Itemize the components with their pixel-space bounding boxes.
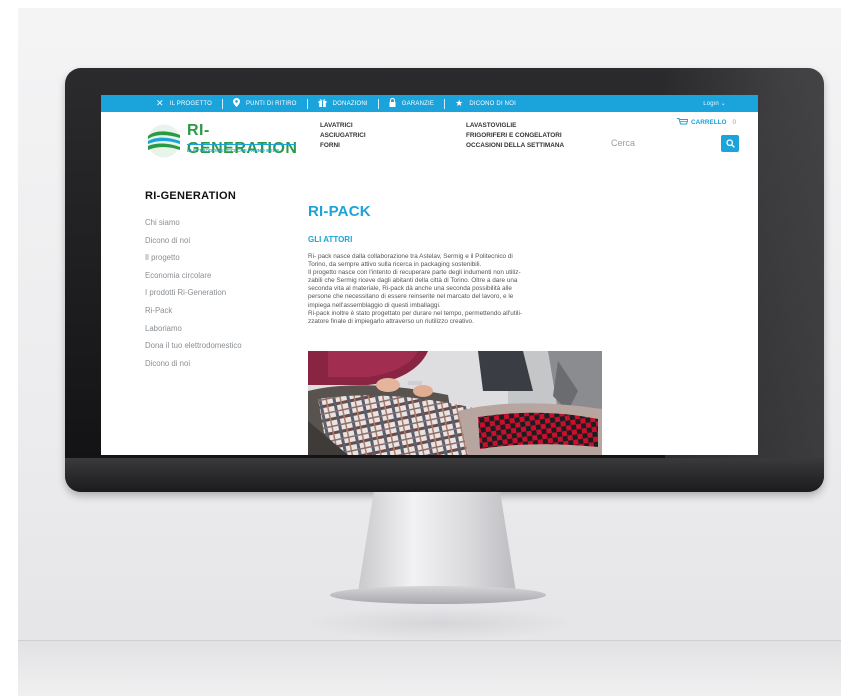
section-heading: GLI ATTORI	[308, 235, 353, 244]
cart-icon	[677, 118, 688, 125]
lock-icon	[389, 97, 396, 109]
logo-underline	[187, 144, 295, 145]
topnav-garanzie[interactable]: GARANZIE	[379, 97, 444, 109]
location-pin-icon	[232, 98, 240, 109]
gift-icon	[318, 98, 327, 109]
monitor-stand-neck	[358, 492, 516, 592]
body-text-line: zzatore finale di impiegarlo attraverso …	[308, 317, 474, 325]
topnav-label: DONAZIONI	[332, 100, 368, 107]
sidebar: RI-GENERATION Chi siamo Dicono di noi Il…	[145, 190, 305, 372]
body-text-line: Ri-pack inoltre è stato progettato per d…	[308, 309, 522, 317]
body-text-line: Ri- pack nasce dalla collaborazione tra …	[308, 253, 513, 260]
logo-mark-icon	[147, 124, 181, 158]
ri-pack-photo	[308, 351, 602, 455]
menu-item-occasioni[interactable]: OCCASIONI DELLA SETTIMANA	[466, 141, 564, 151]
sidebar-item-dicono-di-noi[interactable]: Dicono di noi	[145, 232, 305, 250]
sidebar-item-economia-circolare[interactable]: Economia circolare	[145, 267, 305, 285]
screen: ✕ IL PROGETTO PUNTI DI RITIRO DONAZIONI …	[101, 95, 758, 455]
menu-item-lavatrici[interactable]: LAVATRICI	[320, 121, 366, 131]
topnav-il-progetto[interactable]: ✕ IL PROGETTO	[146, 99, 222, 108]
stand-reflection	[300, 606, 580, 640]
topnav-label: IL PROGETTO	[169, 100, 212, 107]
logo-subtitle: ELETTRODOMESTICI CHE FANNO BENE	[187, 148, 280, 153]
topnav-punti-di-ritiro[interactable]: PUNTI DI RITIRO	[223, 98, 307, 109]
menu-item-frigoriferi[interactable]: FRIGORIFERI E CONGELATORI	[466, 131, 564, 141]
page-title: RI-PACK	[308, 203, 371, 220]
login-link[interactable]: Login ⌄	[703, 100, 726, 107]
category-menu-left: LAVATRICI ASCIUGATRICI FORNI	[320, 121, 366, 151]
sidebar-item-ri-pack[interactable]: Ri-Pack	[145, 302, 305, 320]
monitor-stand-base	[330, 586, 546, 604]
sidebar-item-dicono-di-noi-2[interactable]: Dicono di noi	[145, 355, 305, 373]
logo[interactable]: RI-GENERATION ELETTRODOMESTICI CHE FANNO…	[145, 122, 297, 160]
menu-item-lavastoviglie[interactable]: LAVASTOVIGLIE	[466, 121, 564, 131]
topnav-label: DICONO DI NOI	[469, 100, 516, 107]
search-button[interactable]	[721, 135, 739, 152]
topnav-dicono-di-noi[interactable]: ★ DICONO DI NOI	[445, 99, 526, 108]
body-text-line: Il progetto nasce con l'intento di recup…	[308, 269, 521, 277]
body-text-line: impiega nell'assemblaggio di questi imba…	[308, 301, 441, 309]
cart-label: CARRELLO	[691, 118, 727, 126]
main-content: RI-PACK GLI ATTORI Ri- pack nasce dalla …	[308, 203, 608, 326]
body-text-line: persone che necessitano di essere reinse…	[308, 293, 514, 301]
menu-item-forni[interactable]: FORNI	[320, 141, 366, 151]
body-text-line: zabili che Sermig riceve dagli abitanti …	[308, 277, 518, 285]
sidebar-title: RI-GENERATION	[145, 190, 237, 202]
sidebar-item-laboriamo[interactable]: Laboriamo	[145, 320, 305, 338]
top-nav-bar: ✕ IL PROGETTO PUNTI DI RITIRO DONAZIONI …	[101, 95, 758, 112]
sidebar-item-chi-siamo[interactable]: Chi siamo	[145, 214, 305, 232]
body-text-line: seconda vita al materiale, Ri-pack dà an…	[308, 285, 512, 293]
topnav-donazioni[interactable]: DONAZIONI	[308, 98, 378, 109]
monitor-chin	[65, 458, 824, 492]
floor	[18, 640, 841, 696]
tools-icon: ✕	[156, 98, 164, 108]
sidebar-item-prodotti[interactable]: I prodotti Ri-Generation	[145, 284, 305, 302]
search-icon	[725, 139, 735, 148]
workshop-illustration	[308, 351, 602, 455]
sidebar-item-dona[interactable]: Dona il tuo elettrodomestico	[145, 337, 305, 355]
cart-link[interactable]: CARRELLO 0	[677, 118, 736, 126]
site-header: RI-GENERATION ELETTRODOMESTICI CHE FANNO…	[101, 112, 758, 172]
sidebar-item-il-progetto[interactable]: Il progetto	[145, 249, 305, 267]
star-icon: ★	[455, 98, 464, 108]
category-menu-right: LAVASTOVIGLIE FRIGORIFERI E CONGELATORI …	[466, 121, 564, 151]
menu-item-asciugatrici[interactable]: ASCIUGATRICI	[320, 131, 366, 141]
body-text-line: Torino, da sempre attivo sulla ricerca i…	[308, 261, 482, 269]
topnav-label: PUNTI DI RITIRO	[245, 100, 297, 107]
cart-count: 0	[732, 118, 737, 126]
topnav-label: GARANZIE	[401, 100, 435, 107]
search-input[interactable]: Cerca	[611, 138, 701, 148]
